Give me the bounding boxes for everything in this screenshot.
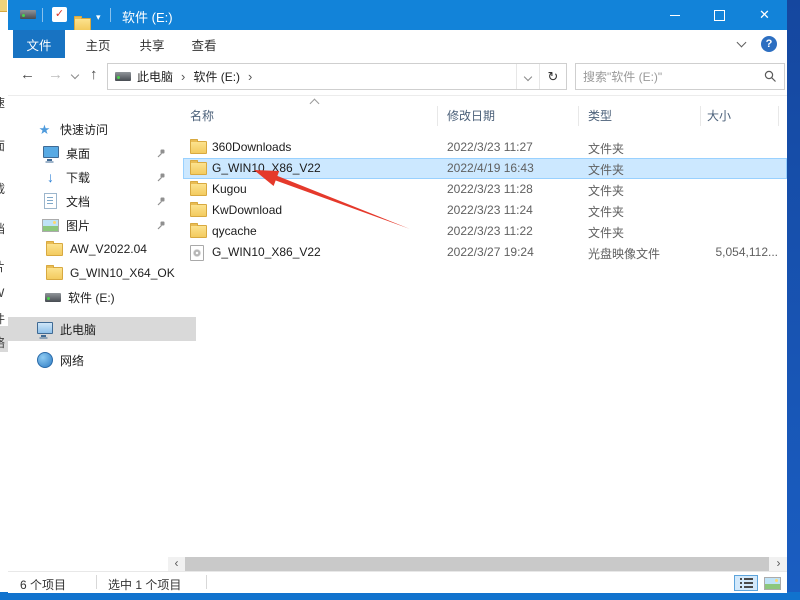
pin-icon[interactable] [156, 220, 166, 230]
file-row[interactable]: qycache 2022/3/23 11:22 文件夹 [183, 221, 787, 242]
maximize-button[interactable] [697, 0, 742, 30]
folder-icon [190, 204, 207, 217]
column-header-modified[interactable]: 修改日期 [447, 105, 495, 127]
thumbnail-view-button[interactable] [760, 575, 784, 591]
pin-icon[interactable] [156, 196, 166, 206]
tab-file[interactable]: 文件 [13, 30, 65, 58]
clipped-folder-icon [0, 0, 7, 12]
drive-icon [114, 72, 131, 81]
sidebar-item-this-pc[interactable]: 此电脑 [8, 317, 196, 341]
search-input[interactable] [576, 70, 764, 84]
help-icon[interactable]: ? [761, 36, 777, 52]
document-icon [42, 193, 59, 209]
selection-count: 选中 1 个项目 [108, 576, 181, 593]
item-count: 6 个项目 [20, 576, 66, 593]
tab-share[interactable]: 共享 [128, 30, 176, 58]
search-icon [764, 70, 777, 83]
folder-icon [190, 225, 207, 238]
tab-home[interactable]: 主页 [74, 30, 122, 58]
forward-button[interactable]: → [48, 66, 63, 83]
expand-ribbon-icon[interactable] [737, 38, 747, 48]
status-bar: 6 个项目 选中 1 个项目 [8, 571, 787, 593]
sidebar-item-documents[interactable]: 文档 [8, 189, 202, 213]
sidebar-item-folder[interactable]: AW_V2022.04 [8, 237, 206, 261]
download-icon: ↓ [42, 170, 59, 184]
desktop-background-bottom [0, 592, 800, 600]
status-separator [206, 575, 207, 589]
sidebar-item-pictures[interactable]: 图片 [8, 213, 202, 237]
folder-icon [190, 162, 207, 175]
details-view-icon [740, 578, 753, 588]
column-separator[interactable] [578, 106, 579, 126]
qat-check-icon[interactable]: ✓ [52, 7, 67, 22]
scroll-right-icon[interactable]: › [770, 557, 787, 571]
computer-icon [36, 322, 53, 337]
details-view-button[interactable] [734, 575, 758, 591]
quick-access-star-icon: ★ [36, 123, 53, 136]
thumbnail-view-icon [764, 577, 781, 590]
sidebar-item-quick-access[interactable]: ★ 快速访问 [8, 117, 196, 141]
screen: 速 面 载 档 片 W 件 络 ✓ ▾ 软件 (E:) ✕ 文件 主页 共享 查… [0, 0, 800, 600]
qat-separator [110, 8, 111, 22]
recent-locations-icon[interactable] [71, 71, 79, 79]
breadcrumb-separator[interactable]: › [246, 69, 254, 84]
address-dropdown-icon[interactable] [516, 64, 539, 89]
file-row[interactable]: Kugou 2022/3/23 11:28 文件夹 [183, 179, 787, 200]
scrollbar-thumb[interactable] [185, 557, 769, 571]
sidebar-item-downloads[interactable]: ↓ 下载 [8, 165, 202, 189]
breadcrumb-drive[interactable]: 软件 (E:) [187, 68, 246, 85]
file-row-selected[interactable]: G_WIN10_X86_V22 2022/4/19 16:43 文件夹 [183, 158, 787, 179]
window-title: 软件 (E:) [122, 7, 173, 26]
pin-icon[interactable] [156, 172, 166, 182]
sort-ascending-icon [310, 99, 320, 109]
title-bar: ✓ ▾ 软件 (E:) ✕ [8, 0, 787, 30]
search-box[interactable] [575, 63, 785, 90]
drive-icon [44, 293, 61, 302]
column-header-size[interactable]: 大小 [707, 105, 731, 127]
column-separator[interactable] [700, 106, 701, 126]
column-header-type[interactable]: 类型 [588, 105, 612, 127]
refresh-button[interactable]: ↻ [539, 64, 566, 89]
scroll-left-icon[interactable]: ‹ [168, 557, 185, 571]
qat-dropdown-icon[interactable]: ▾ [96, 12, 101, 23]
explorer-window: ✓ ▾ 软件 (E:) ✕ 文件 主页 共享 查看 ? ← → ↑ 此 [8, 0, 787, 592]
column-separator[interactable] [437, 106, 438, 126]
file-row[interactable]: KwDownload 2022/3/23 11:24 文件夹 [183, 200, 787, 221]
file-row[interactable]: 360Downloads 2022/3/23 11:27 文件夹 [183, 137, 787, 158]
navigation-bar: ← → ↑ 此电脑 › 软件 (E:) › ↻ [8, 58, 787, 96]
breadcrumb-this-pc[interactable]: 此电脑 [131, 68, 179, 85]
file-row[interactable]: G_WIN10_X86_V22 2022/3/27 19:24 光盘映像文件 5… [183, 242, 787, 263]
folder-icon [190, 183, 207, 196]
network-icon [36, 352, 53, 368]
qat-separator [42, 8, 43, 22]
close-button[interactable]: ✕ [742, 0, 787, 30]
disc-image-icon [190, 245, 204, 261]
sidebar-item-desktop[interactable]: 桌面 [8, 141, 202, 165]
sidebar-item-network[interactable]: 网络 [8, 348, 196, 372]
pin-icon[interactable] [156, 148, 166, 158]
minimize-button[interactable] [652, 0, 697, 30]
column-header-name[interactable]: 名称 [190, 105, 214, 127]
desktop-icon [42, 146, 59, 161]
sidebar-item-drive-e[interactable]: 软件 (E:) [8, 285, 204, 309]
drive-icon [20, 10, 36, 19]
desktop-background-right [787, 0, 800, 600]
folder-icon [46, 267, 63, 280]
back-button[interactable]: ← [20, 66, 35, 83]
up-button[interactable]: ↑ [90, 66, 98, 83]
folder-icon [190, 141, 207, 154]
address-bar[interactable]: 此电脑 › 软件 (E:) › ↻ [107, 63, 567, 90]
ribbon-tab-bar: 文件 主页 共享 查看 ? [8, 30, 787, 59]
breadcrumb-separator[interactable]: › [179, 69, 187, 84]
tab-view[interactable]: 查看 [180, 30, 228, 58]
folder-icon [46, 243, 63, 256]
status-separator [96, 575, 97, 589]
column-separator[interactable] [778, 106, 779, 126]
pictures-icon [42, 219, 59, 232]
horizontal-scrollbar[interactable]: ‹ › [168, 557, 787, 571]
sidebar-item-folder[interactable]: G_WIN10_X64_OK [8, 261, 206, 285]
